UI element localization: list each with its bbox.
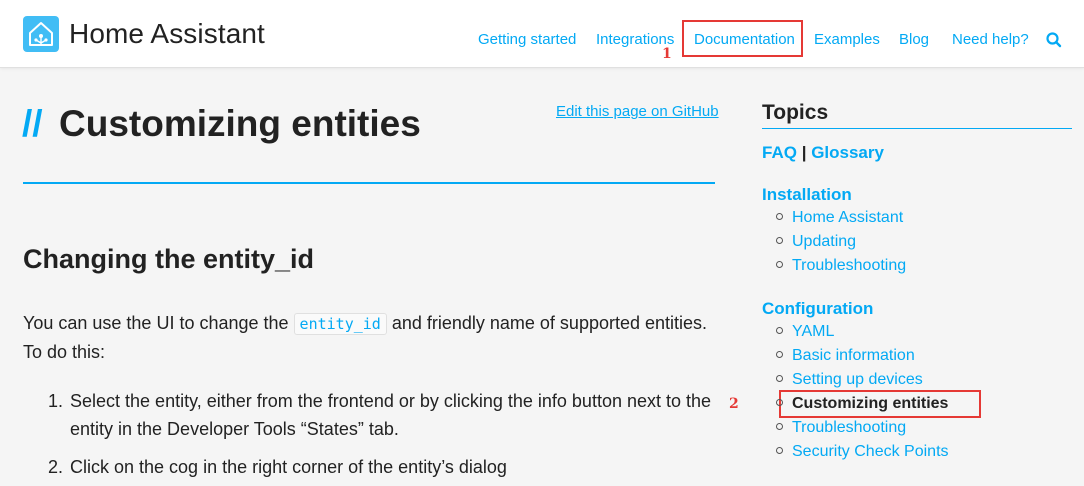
sidebar-item-label: Troubleshooting [792,257,907,274]
sidebar-item-security-check-points[interactable]: Security Check Points [776,443,949,461]
sidebar-item-label: Customizing entities [792,395,949,412]
sidebar-item-label: Setting up devices [792,371,923,388]
nav-blog[interactable]: Blog [899,31,929,48]
sidebar-item-troubleshooting-config[interactable]: Troubleshooting [776,419,906,437]
bullet-icon [776,399,783,406]
edit-on-github-link[interactable]: Edit this page on GitHub [556,103,719,120]
bullet-icon [776,213,783,220]
sidebar-item-yaml[interactable]: YAML [776,323,834,341]
step-number: 2. [48,457,64,477]
sidebar-item-label: Updating [792,233,857,250]
sidebar-item-label: Troubleshooting [792,419,907,436]
title-slashes: // [22,103,43,144]
entity-id-code: entity_id [293,313,387,335]
bullet-icon [776,447,783,454]
home-assistant-logo-icon[interactable] [23,16,59,52]
title-divider [23,182,715,184]
sidebar-item-updating[interactable]: Updating [776,233,856,251]
search-icon[interactable] [1045,31,1063,49]
sidebar-item-basic-information[interactable]: Basic information [776,347,915,365]
topics-quicklinks: FAQ | Glossary [762,143,884,163]
bullet-icon [776,237,783,244]
sidebar-section-configuration[interactable]: Configuration [762,299,873,319]
bullet-icon [776,423,783,430]
page-title: Customizing entities [59,103,421,144]
step-item: 1. Select the entity, either from the fr… [48,387,728,443]
nav-getting-started[interactable]: Getting started [478,31,576,48]
glossary-link[interactable]: Glossary [811,143,884,162]
quicklink-separator: | [801,143,807,162]
intro-paragraph: You can use the UI to change the entity_… [23,309,723,366]
sidebar-section-installation[interactable]: Installation [762,185,852,205]
callout-number-2: 2 [729,396,739,412]
top-header: Home Assistant Getting started Integrati… [0,0,1084,68]
callout-number-1: 1 [662,46,672,62]
intro-text-before: You can use the UI to change the [23,313,294,333]
sidebar-item-label: YAML [792,323,835,340]
faq-link[interactable]: FAQ [762,143,797,162]
sidebar-item-customizing-entities[interactable]: Customizing entities [776,395,948,413]
step-item: 2. Click on the cog in the right corner … [48,453,728,481]
sidebar-item-label: Basic information [792,347,915,364]
nav-need-help[interactable]: Need help? [952,31,1029,48]
bullet-icon [776,327,783,334]
bullet-icon [776,261,783,268]
sidebar-item-troubleshooting-install[interactable]: Troubleshooting [776,257,906,275]
bullet-icon [776,351,783,358]
topics-divider [762,128,1072,129]
brand-name[interactable]: Home Assistant [69,18,265,50]
step-text: Select the entity, either from the front… [70,391,712,439]
sidebar-item-setting-up-devices[interactable]: Setting up devices [776,371,923,389]
section-heading: Changing the entity_id [23,244,315,274]
sidebar-item-label: Security Check Points [792,443,949,460]
sidebar-item-home-assistant[interactable]: Home Assistant [776,209,903,227]
callout-box-documentation [682,20,803,57]
topics-heading: Topics [762,101,829,124]
bullet-icon [776,375,783,382]
sidebar-item-label: Home Assistant [792,209,904,226]
step-text: Click on the cog in the right corner of … [70,457,507,477]
nav-examples[interactable]: Examples [814,31,880,48]
step-number: 1. [48,391,64,411]
